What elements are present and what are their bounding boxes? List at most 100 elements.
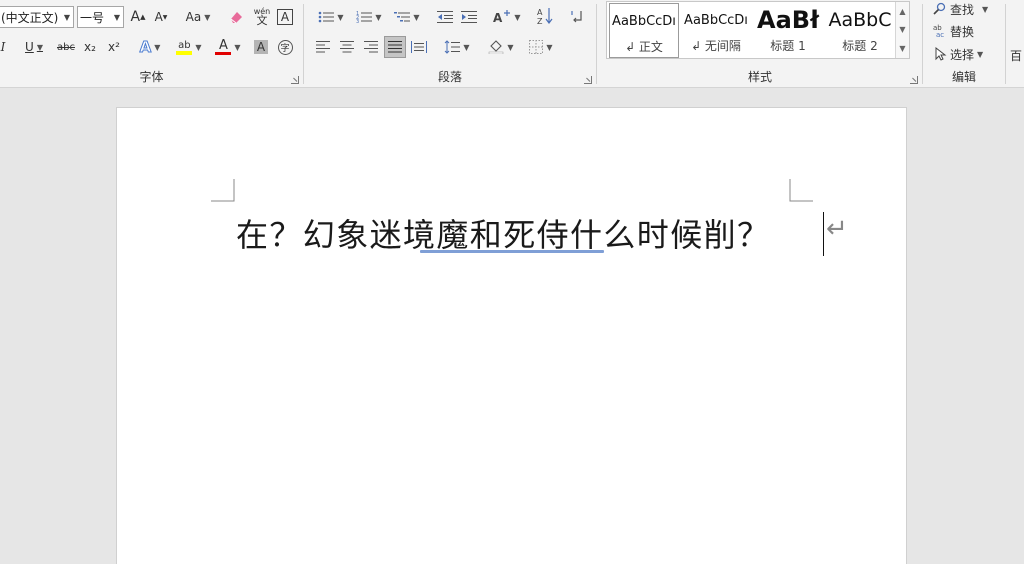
chevron-down-icon: ▼ xyxy=(463,42,470,52)
line-spacing-icon xyxy=(445,40,461,54)
select-label: 选择 xyxy=(950,47,975,62)
shrink-font-icon: A xyxy=(154,10,163,24)
change-case-button[interactable]: Aa ▼ xyxy=(180,6,216,28)
group-separator xyxy=(596,4,597,84)
shading-button[interactable]: ▼ xyxy=(484,36,518,58)
svg-text:A: A xyxy=(493,11,503,24)
pilcrow-toggle-icon xyxy=(571,11,582,23)
numbering-button[interactable]: 123 ▼ xyxy=(352,6,386,28)
align-left-button[interactable] xyxy=(312,36,334,58)
superscript-icon: x² xyxy=(108,40,120,54)
chevron-down-icon: ▼ xyxy=(514,12,521,22)
chevron-down-icon: ▼ xyxy=(154,42,161,52)
text-effects-icon: A xyxy=(139,38,152,57)
increase-indent-button[interactable] xyxy=(458,6,480,28)
align-center-button[interactable] xyxy=(336,36,358,58)
increase-indent-icon xyxy=(461,11,477,23)
italic-icon: I xyxy=(0,40,6,54)
crop-mark-top-left xyxy=(211,179,235,202)
char-border-button[interactable]: A xyxy=(276,6,294,28)
justify-icon xyxy=(388,41,402,53)
font-color-icon: A xyxy=(218,37,228,53)
paragraph-dialog-launcher-icon[interactable] xyxy=(584,76,592,84)
cursor-arrow-icon xyxy=(935,47,947,61)
svg-text:Z: Z xyxy=(537,17,543,25)
font-color-button[interactable]: A ▼ xyxy=(211,36,245,58)
chevron-down-icon: ▼ xyxy=(507,42,514,52)
char-shading-button[interactable]: A xyxy=(252,36,270,58)
underline-button[interactable]: U ▼ xyxy=(16,36,52,58)
show-marks-button[interactable] xyxy=(566,6,588,28)
chevron-down-icon: ▼ xyxy=(36,42,43,52)
text-effects-button[interactable]: A ▼ xyxy=(134,36,166,58)
decrease-indent-icon xyxy=(437,11,453,23)
pinyin-guide-button[interactable]: wén 文 xyxy=(251,5,273,27)
font-name-value: (中文正文) xyxy=(1,10,59,25)
align-right-button[interactable] xyxy=(360,36,382,58)
enclose-char-button[interactable]: 字 xyxy=(275,36,295,58)
spelling-underline xyxy=(420,250,604,253)
superscript-button[interactable]: x² xyxy=(104,36,124,58)
chinese-layout-button[interactable]: A ▼ xyxy=(490,6,524,28)
chevron-down-icon: ▼ xyxy=(195,42,202,52)
numbered-list-icon: 123 xyxy=(356,11,373,24)
char-shading-icon: A xyxy=(253,40,269,54)
sort-az-icon: AZ xyxy=(537,8,553,25)
borders-button[interactable]: ▼ xyxy=(524,36,558,58)
editing-group-label: 编辑 xyxy=(951,70,976,84)
distributed-button[interactable] xyxy=(408,36,430,58)
highlight-color-swatch xyxy=(176,50,193,55)
select-button[interactable]: 选择 ▼ xyxy=(933,43,999,65)
align-left-icon xyxy=(316,41,330,53)
bullet-list-icon xyxy=(319,11,335,23)
bullets-button[interactable]: ▼ xyxy=(314,6,348,28)
paragraph-group: ▼ 123 ▼ ▼ A ▼ AZ ▼ ▼ ▼ 段落 xyxy=(304,0,596,88)
chinese-layout-icon: A xyxy=(493,10,511,24)
line-spacing-button[interactable]: ▼ xyxy=(440,36,474,58)
subscript-icon: x₂ xyxy=(84,40,96,54)
chevron-down-icon: ▼ xyxy=(234,42,241,52)
overflow-button[interactable]: 百 xyxy=(1010,44,1024,66)
svg-text:A: A xyxy=(537,8,543,17)
char-border-icon: A xyxy=(276,9,294,25)
text-caret xyxy=(823,212,824,256)
font-dialog-launcher-icon[interactable] xyxy=(291,76,299,84)
justify-button[interactable] xyxy=(384,36,406,58)
magnifier-icon xyxy=(933,2,946,15)
highlight-button[interactable]: ab ▼ xyxy=(172,36,206,58)
italic-button[interactable]: I xyxy=(0,36,10,58)
font-color-swatch xyxy=(215,51,232,55)
multilevel-list-button[interactable]: ▼ xyxy=(390,6,424,28)
clear-format-button[interactable] xyxy=(226,6,246,28)
strikethrough-button[interactable]: abc xyxy=(55,36,77,58)
change-case-icon: Aa xyxy=(185,10,202,24)
svg-text:3: 3 xyxy=(356,19,359,24)
shrink-font-button[interactable]: A ▼ xyxy=(151,6,171,28)
multilevel-list-icon xyxy=(394,12,411,22)
grow-font-button[interactable]: A ▲ xyxy=(128,6,148,28)
align-center-icon xyxy=(340,41,354,53)
editing-group: 查找 ▼ ab ac 替换 选择 ▼ 编辑 xyxy=(923,0,1005,88)
font-size-combo[interactable]: 一号 ▼ xyxy=(77,6,124,28)
replace-button[interactable]: ab ac 替换 xyxy=(933,20,999,42)
sort-button[interactable]: AZ xyxy=(534,5,556,27)
chevron-down-icon: ▼ xyxy=(337,12,344,22)
paragraph-group-label: 段落 xyxy=(437,70,462,84)
styles-dialog-launcher-icon[interactable] xyxy=(910,76,918,84)
find-button[interactable]: 查找 ▼ xyxy=(933,0,999,20)
enclose-char-icon: 字 xyxy=(277,39,293,55)
distributed-align-icon xyxy=(411,41,427,53)
subscript-button[interactable]: x₂ xyxy=(80,36,100,58)
chevron-down-icon: ▼ xyxy=(546,42,553,52)
decrease-indent-button[interactable] xyxy=(434,6,456,28)
replace-label: 替换 xyxy=(950,24,975,39)
font-name-combo[interactable]: (中文正文) ▼ xyxy=(0,6,74,28)
chevron-down-icon: ▼ xyxy=(375,12,382,22)
highlight-icon: ab xyxy=(178,39,191,51)
styles-group-label: 样式 xyxy=(747,70,772,84)
overflow-label: 百 xyxy=(1010,48,1023,63)
eraser-icon xyxy=(230,12,242,24)
group-separator xyxy=(1005,4,1006,84)
paragraph-mark-icon: ↵ xyxy=(826,214,848,244)
font-size-value: 一号 xyxy=(80,10,105,25)
